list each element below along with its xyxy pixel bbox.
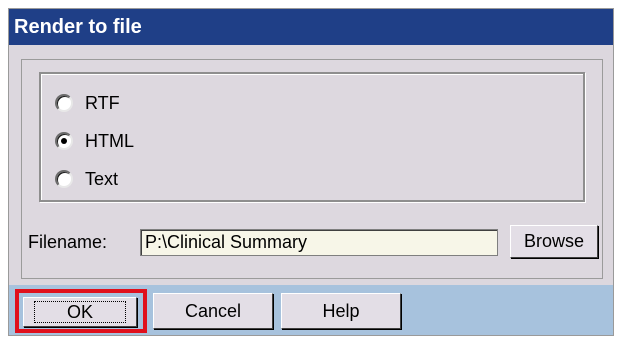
help-button[interactable]: Help — [281, 293, 401, 329]
radio-label-rtf: RTF — [85, 92, 120, 113]
radio-option-html[interactable]: HTML — [55, 128, 134, 154]
format-radio-group: RTF HTML Text — [39, 72, 585, 202]
browse-button[interactable]: Browse — [510, 225, 598, 258]
ok-button-label: OK — [33, 301, 126, 323]
radio-option-text[interactable]: Text — [55, 166, 118, 192]
render-to-file-dialog: Render to file RTF HTML Text Filename: B… — [8, 8, 614, 336]
radio-button-text[interactable] — [55, 170, 73, 188]
ok-button[interactable]: OK — [23, 297, 137, 327]
button-bar: OK Cancel Help — [9, 285, 613, 335]
dialog-title: Render to file — [9, 9, 613, 45]
filename-input[interactable] — [140, 229, 498, 256]
radio-label-html: HTML — [85, 130, 134, 151]
radio-option-rtf[interactable]: RTF — [55, 90, 120, 116]
cancel-button[interactable]: Cancel — [153, 293, 273, 329]
radio-button-html[interactable] — [55, 132, 73, 150]
options-panel: RTF HTML Text Filename: Browse — [21, 59, 603, 279]
radio-label-text: Text — [85, 168, 119, 189]
radio-button-rtf[interactable] — [55, 94, 73, 112]
filename-label: Filename: — [28, 232, 108, 252]
